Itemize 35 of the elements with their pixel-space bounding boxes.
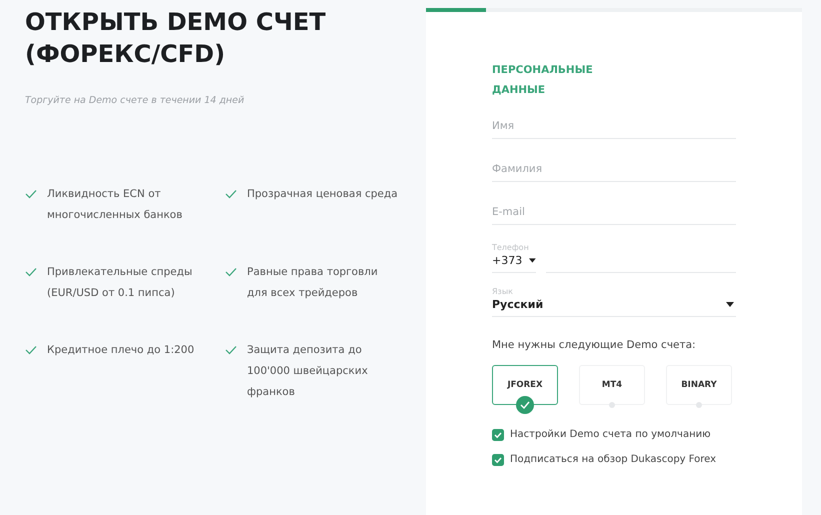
account-type-option[interactable]: MT4	[579, 365, 645, 405]
caret-icon	[529, 258, 536, 263]
caret-icon	[726, 302, 734, 307]
feature-text: Защита депозита до 100'000 швейцарских франков	[247, 343, 369, 400]
input-field[interactable]: Фамилия	[492, 161, 736, 182]
check-icon	[25, 345, 37, 355]
check-icon	[516, 396, 534, 414]
feature-text: Кредитное плечо до 1:200	[47, 343, 196, 358]
radio-dot-icon	[696, 402, 702, 408]
check-icon	[25, 189, 37, 199]
feature-text: Привлекательные спреды (EUR/USD от 0.1 пипса)	[47, 265, 194, 301]
check-icon	[225, 189, 237, 199]
language-select[interactable]: Русский	[492, 296, 736, 317]
feature-text: Ликвидность ECN от многочисленных банков	[47, 187, 184, 223]
feature-text: Прозрачная ценовая среда	[247, 187, 399, 202]
account-type-option[interactable]: BINARY	[666, 365, 732, 405]
input-field[interactable]: E-mail	[492, 204, 736, 225]
account-type-option[interactable]: JFOREX	[492, 365, 558, 405]
accounts-label: Мне нужны следующие Demo счета:	[492, 339, 697, 351]
checkbox-label: Подписаться на обзор Dukascopy Forex	[510, 453, 718, 467]
checkbox-label: Настройки Demo счета по умолчанию	[510, 428, 712, 442]
subtitle: Торгуйте на Demo счете в течении 14 дней	[25, 95, 246, 106]
section-title: ПЕРСОНАЛЬНЫЕ ДАННЫЕ	[492, 63, 594, 98]
check-icon	[225, 267, 237, 277]
check-icon	[225, 345, 237, 355]
field-label: Телефон	[492, 243, 530, 252]
country-code-select[interactable]: +373	[492, 252, 536, 273]
check-icon	[25, 267, 37, 277]
radio-dot-icon	[609, 402, 615, 408]
page-title: ОТКРЫТЬ DEMO СЧЕТ (ФОРЕКС/CFD)	[25, 7, 327, 70]
field-label: Язык	[492, 287, 514, 296]
input-field[interactable]: Имя	[492, 118, 736, 139]
feature-text: Равные права торговли для всех трейдеров	[247, 265, 379, 301]
checkbox[interactable]	[492, 454, 504, 466]
checkbox[interactable]	[492, 429, 504, 441]
